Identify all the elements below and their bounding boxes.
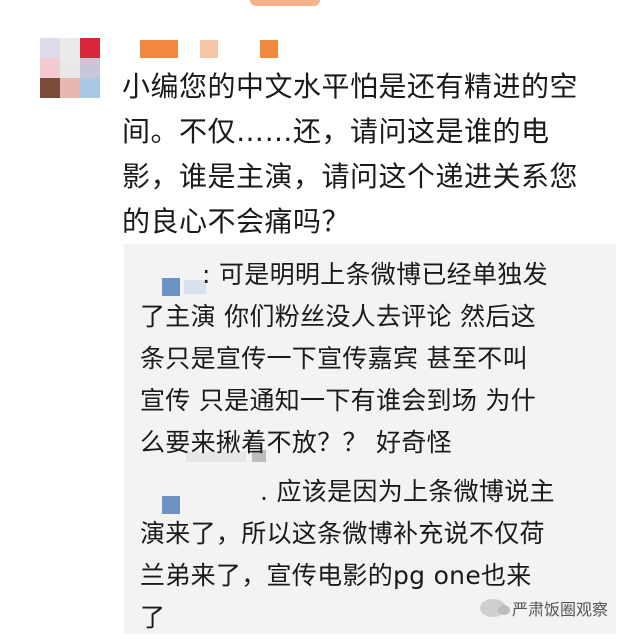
avatar-pixel [40, 58, 60, 78]
reply-line: : 可是明明上条微博已经单独发 [202, 260, 548, 289]
avatar-pixel [60, 58, 80, 78]
reply-line: 么要来揪着不放？？ 好奇怪 [140, 428, 452, 457]
username-censor-block[interactable] [140, 40, 178, 58]
reply-line: 演来了，所以这条微博补充说不仅荷 [140, 519, 545, 548]
avatar-pixel [80, 38, 100, 58]
username-censor-block [200, 40, 218, 58]
reply-line: 兰弟来了，宣传电影的pg one也来 [140, 561, 532, 590]
avatar-pixel [40, 38, 60, 58]
avatar-pixel [40, 78, 60, 98]
avatar-pixel [80, 78, 100, 98]
watermark: 严肃饭圈观察 [480, 596, 608, 620]
comment-line: 的良心不会痛吗？ [122, 205, 351, 238]
avatar-pixel [60, 38, 80, 58]
comment-line: 小编您的中文水平怕是还有精进的空 [122, 70, 579, 103]
avatar-pixel [80, 58, 100, 78]
replies-panel: : 可是明明上条微博已经单独发 了主演 你们粉丝没人去评论 然后这 条只是宣传一… [124, 244, 616, 634]
comment-line: 影，谁是主演，请问这个递进关系您 [122, 160, 579, 193]
top-edge-fragment [250, 0, 320, 6]
reply-line: 了主演 你们粉丝没人去评论 然后这 [140, 302, 536, 331]
avatar[interactable] [40, 38, 100, 98]
reply-line: 条只是宣传一下宣传嘉宾 甚至不叫 [140, 344, 528, 373]
reply-line: 宣传 只是通知一下有谁会到场 为什 [140, 386, 536, 415]
reply-line: . 应该是因为上条微博说主 [260, 477, 555, 506]
watermark-text: 严肃饭圈观察 [512, 600, 609, 619]
wechat-icon [480, 599, 510, 617]
avatar-pixel [60, 78, 80, 98]
comment-body: 小编您的中文水平怕是还有精进的空 间。不仅……还，请问这是谁的电 影，谁是主演，… [122, 64, 622, 244]
comment-line: 间。不仅……还，请问这是谁的电 [122, 115, 550, 148]
reply-item: : 可是明明上条微博已经单独发 了主演 你们粉丝没人去评论 然后这 条只是宣传一… [140, 254, 610, 464]
username-censor-block [260, 40, 278, 58]
